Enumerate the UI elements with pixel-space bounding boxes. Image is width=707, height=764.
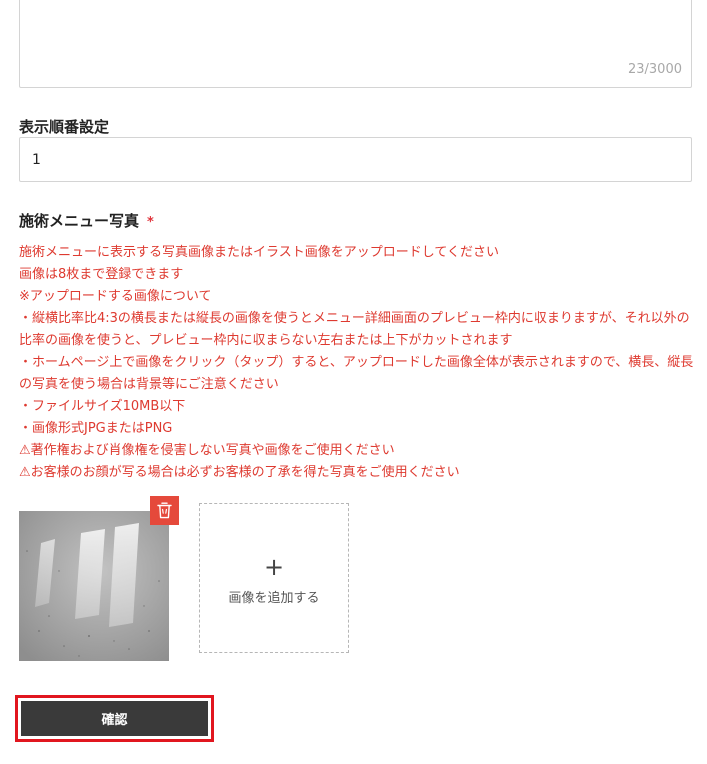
add-image-label: 画像を追加する bbox=[228, 590, 320, 606]
note-line: ※アップロードする画像について bbox=[19, 289, 212, 304]
trash-icon bbox=[157, 502, 172, 519]
display-order-input[interactable]: 1 bbox=[19, 137, 692, 182]
menu-photo-label-text: 施術メニュー写真 bbox=[19, 212, 140, 230]
note-line: 画像は8枚まで登録できます bbox=[19, 267, 184, 282]
display-order-value: 1 bbox=[32, 151, 41, 168]
menu-photo-label: 施術メニュー写真 * bbox=[19, 210, 154, 231]
note-line: ⚠お客様のお顔が写る場合は必ずお客様の了承を得た写真をご使用ください bbox=[19, 465, 460, 480]
required-mark: * bbox=[147, 215, 154, 230]
note-line: ・縦横比率比4:3の横長または縦長の画像を使うとメニュー詳細画面のプレビュー枠内… bbox=[19, 311, 690, 348]
display-order-label: 表示順番設定 bbox=[19, 118, 110, 136]
uploaded-image-thumbnail[interactable] bbox=[19, 511, 169, 661]
plus-icon: + bbox=[263, 552, 285, 581]
note-line: 施術メニューに表示する写真画像またはイラスト画像をアップロードしてください bbox=[19, 245, 499, 260]
description-textarea[interactable]: 23/3000 bbox=[19, 0, 692, 88]
upload-notes: 施術メニューに表示する写真画像またはイラスト画像をアップロードしてください 画像… bbox=[19, 242, 694, 484]
add-image-button[interactable]: + 画像を追加する bbox=[199, 503, 349, 653]
note-line: ・画像形式JPGまたはPNG bbox=[19, 421, 173, 436]
note-line: ⚠著作権および肖像権を侵害しない写真や画像をご使用ください bbox=[19, 443, 395, 458]
char-count: 23/3000 bbox=[627, 62, 682, 77]
note-line: ・ファイルサイズ10MB以下 bbox=[19, 399, 186, 414]
confirm-button[interactable]: 確認 bbox=[21, 701, 208, 736]
uploaded-photo bbox=[19, 511, 169, 661]
note-line: ・ホームページ上で画像をクリック（タップ）すると、アップロードした画像全体が表示… bbox=[19, 355, 694, 392]
delete-image-button[interactable] bbox=[150, 496, 179, 525]
